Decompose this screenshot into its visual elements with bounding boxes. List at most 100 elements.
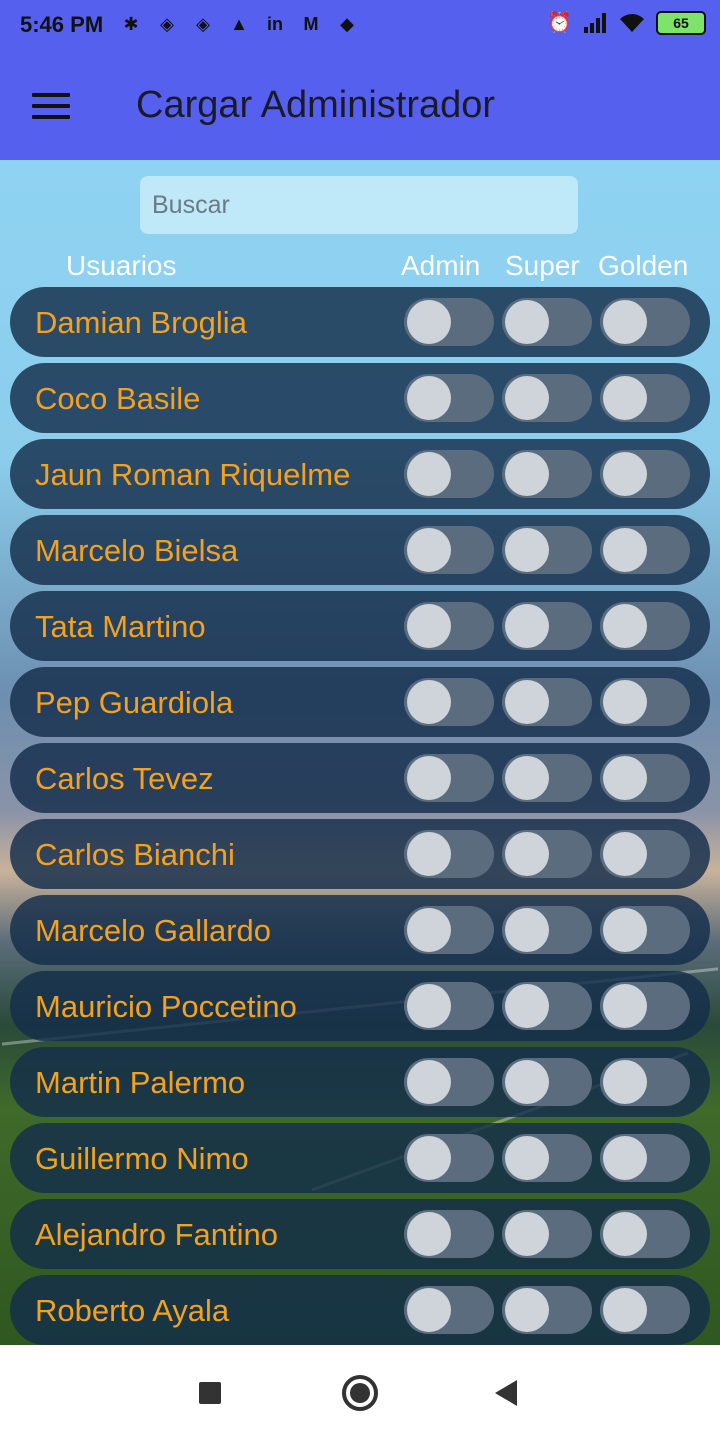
toggle-knob (603, 680, 647, 724)
toggle-knob (407, 1060, 451, 1104)
toggle-knob (505, 680, 549, 724)
admin-toggle[interactable] (404, 1134, 494, 1182)
dropbox-icon: ◆ (340, 13, 354, 34)
admin-toggle[interactable] (404, 982, 494, 1030)
toggle-knob (603, 1060, 647, 1104)
super-toggle[interactable] (502, 678, 592, 726)
admin-toggle[interactable] (404, 678, 494, 726)
golden-toggle[interactable] (600, 298, 690, 346)
super-toggle[interactable] (502, 1286, 592, 1334)
toggle-knob (603, 1212, 647, 1256)
home-icon[interactable] (342, 1375, 378, 1411)
golden-toggle[interactable] (600, 830, 690, 878)
admin-toggle[interactable] (404, 906, 494, 954)
user-row: Marcelo Bielsa (10, 515, 710, 585)
notification-icons: ✱ ◈ ◈ ▲ in M ◆ (118, 11, 360, 37)
user-row: Mauricio Poccetino (10, 971, 710, 1041)
admin-toggle[interactable] (404, 526, 494, 574)
super-toggle[interactable] (502, 602, 592, 650)
golden-toggle[interactable] (600, 526, 690, 574)
page-title: Cargar Administrador (136, 84, 496, 126)
user-row: Tata Martino (10, 591, 710, 661)
super-toggle[interactable] (502, 754, 592, 802)
user-row: Jaun Roman Riquelme (10, 439, 710, 509)
user-name: Alejandro Fantino (35, 1217, 278, 1252)
toggle-knob (407, 1212, 451, 1256)
super-toggle[interactable] (502, 1058, 592, 1106)
golden-toggle[interactable] (600, 906, 690, 954)
toggle-knob (505, 832, 549, 876)
header-users: Usuarios (66, 250, 177, 281)
arc-icon: ▲ (230, 13, 248, 34)
hamburger-menu-icon[interactable] (32, 93, 70, 119)
golden-toggle[interactable] (600, 1058, 690, 1106)
super-toggle[interactable] (502, 1134, 592, 1182)
super-toggle[interactable] (502, 374, 592, 422)
golden-toggle[interactable] (600, 678, 690, 726)
super-toggle[interactable] (502, 906, 592, 954)
user-name: Mauricio Poccetino (35, 989, 297, 1024)
user-row: Coco Basile (10, 363, 710, 433)
golden-toggle[interactable] (600, 1210, 690, 1258)
admin-toggle[interactable] (404, 1286, 494, 1334)
gmail-icon: M (303, 13, 319, 34)
golden-toggle[interactable] (600, 374, 690, 422)
search-input[interactable] (140, 176, 578, 234)
admin-toggle[interactable] (404, 830, 494, 878)
super-toggle[interactable] (502, 982, 592, 1030)
toggle-knob (407, 680, 451, 724)
super-toggle[interactable] (502, 526, 592, 574)
admin-toggle[interactable] (404, 450, 494, 498)
user-row: Pep Guardiola (10, 667, 710, 737)
user-name: Damian Broglia (35, 305, 247, 340)
header-golden: Golden (598, 250, 689, 281)
toggle-knob (407, 528, 451, 572)
navigation-bar (0, 1345, 720, 1440)
user-name: Marcelo Gallardo (35, 913, 272, 948)
admin-toggle[interactable] (404, 374, 494, 422)
toggle-knob (407, 832, 451, 876)
admin-toggle[interactable] (404, 754, 494, 802)
golden-toggle[interactable] (600, 754, 690, 802)
super-toggle[interactable] (502, 1210, 592, 1258)
toggle-knob (603, 604, 647, 648)
toggle-knob (603, 984, 647, 1028)
content-area: Usuarios Admin Super Golden Damian Brogl… (0, 160, 720, 1345)
golden-toggle[interactable] (600, 602, 690, 650)
toggle-knob (603, 452, 647, 496)
user-row: Damian Broglia (10, 287, 710, 357)
toggle-knob (407, 756, 451, 800)
recent-apps-icon[interactable] (199, 1382, 221, 1404)
user-name: Roberto Ayala (35, 1293, 230, 1328)
golden-toggle[interactable] (600, 1286, 690, 1334)
super-toggle[interactable] (502, 830, 592, 878)
admin-toggle[interactable] (404, 1058, 494, 1106)
status-right: ⏰ 65 (547, 10, 706, 35)
golden-toggle[interactable] (600, 982, 690, 1030)
user-name: Pep Guardiola (35, 685, 234, 720)
toggle-knob (505, 908, 549, 952)
toggle-knob (407, 1288, 451, 1332)
toggle-knob (603, 376, 647, 420)
user-name: Carlos Bianchi (35, 837, 235, 872)
golden-toggle[interactable] (600, 450, 690, 498)
super-toggle[interactable] (502, 298, 592, 346)
toggle-knob (603, 832, 647, 876)
toggle-knob (603, 528, 647, 572)
toggle-knob (505, 300, 549, 344)
toggle-knob (505, 1212, 549, 1256)
super-toggle[interactable] (502, 450, 592, 498)
golden-toggle[interactable] (600, 1134, 690, 1182)
app-icon: ◈ (196, 13, 210, 34)
admin-toggle[interactable] (404, 298, 494, 346)
wifi-icon (620, 13, 644, 32)
status-bar: 5:46 PM ✱ ◈ ◈ ▲ in M ◆ ⏰ 65 (0, 0, 720, 50)
user-row: Guillermo Nimo (10, 1123, 710, 1193)
admin-toggle[interactable] (404, 602, 494, 650)
toggle-knob (407, 1136, 451, 1180)
toggle-knob (505, 604, 549, 648)
toggle-knob (407, 984, 451, 1028)
back-icon[interactable] (495, 1380, 517, 1406)
admin-toggle[interactable] (404, 1210, 494, 1258)
toggle-knob (505, 984, 549, 1028)
